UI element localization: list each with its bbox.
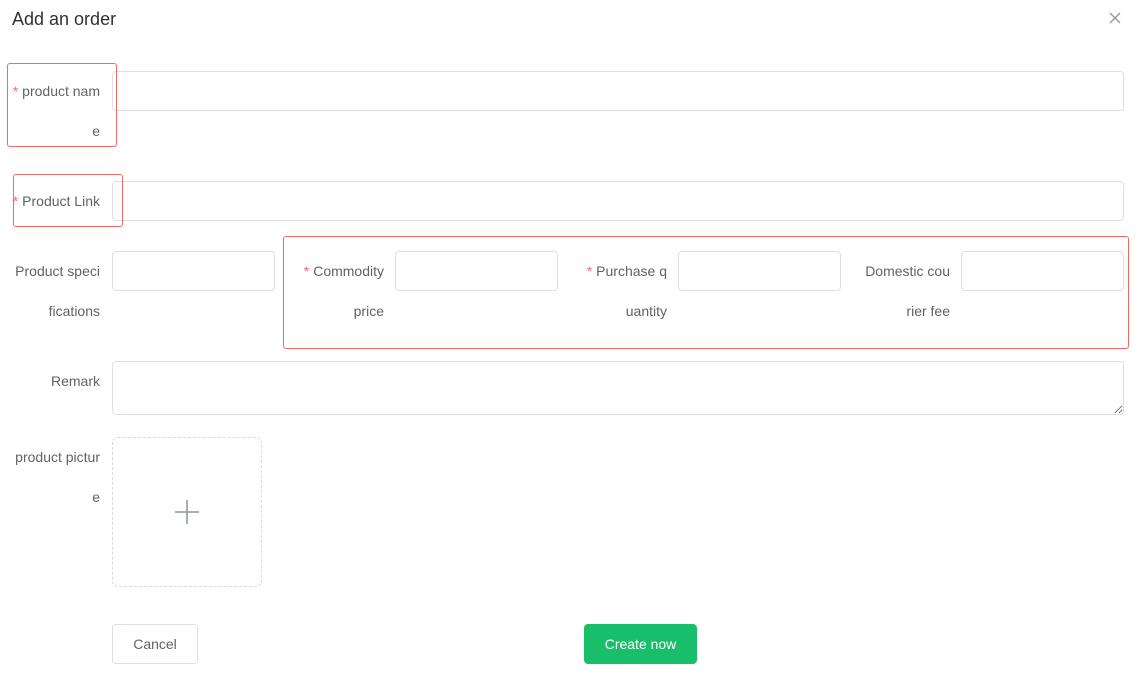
product-picture-label-text: product picture [15,449,100,505]
product-specifications-label: Product specifications [12,251,100,331]
plus-icon [175,500,199,524]
create-now-button[interactable]: Create now [584,624,697,664]
dialog-title: Add an order [12,9,117,29]
product-picture-label: product picture [12,437,100,517]
product-link-label: * Product Link [12,181,100,221]
purchase-quantity-label-text: Purchase quantity [596,263,667,319]
domestic-courier-fee-label-text: Domestic courier fee [865,263,950,319]
product-picture-uploader[interactable] [112,437,262,587]
product-specifications-label-text: Product specifications [15,263,100,319]
domestic-courier-fee-label: Domestic courier fee [862,251,950,331]
required-mark: * [12,83,19,99]
close-icon [1109,12,1121,24]
close-button[interactable] [1107,10,1123,26]
product-name-label: * product name [12,71,100,151]
product-name-input[interactable] [112,71,1124,111]
remark-textarea[interactable] [112,361,1124,415]
product-link-label-text: Product Link [22,193,100,209]
commodity-price-label: * Commodity price [296,251,384,331]
product-link-input[interactable] [112,181,1124,221]
commodity-price-label-text: Commodity price [313,263,384,319]
domestic-courier-fee-input[interactable] [961,251,1124,291]
purchase-quantity-label: * Purchase quantity [579,251,667,331]
remark-label: Remark [12,361,100,401]
add-order-dialog: Add an order * product name * Product Link… [0,0,1141,699]
commodity-price-input[interactable] [395,251,558,291]
cancel-button[interactable]: Cancel [112,624,198,664]
purchase-quantity-input[interactable] [678,251,841,291]
required-mark: * [303,263,310,279]
required-mark: * [586,263,593,279]
remark-label-text: Remark [50,373,100,389]
product-name-label-text: product name [22,83,100,139]
product-specifications-input[interactable] [112,251,275,291]
required-mark: * [12,193,19,209]
